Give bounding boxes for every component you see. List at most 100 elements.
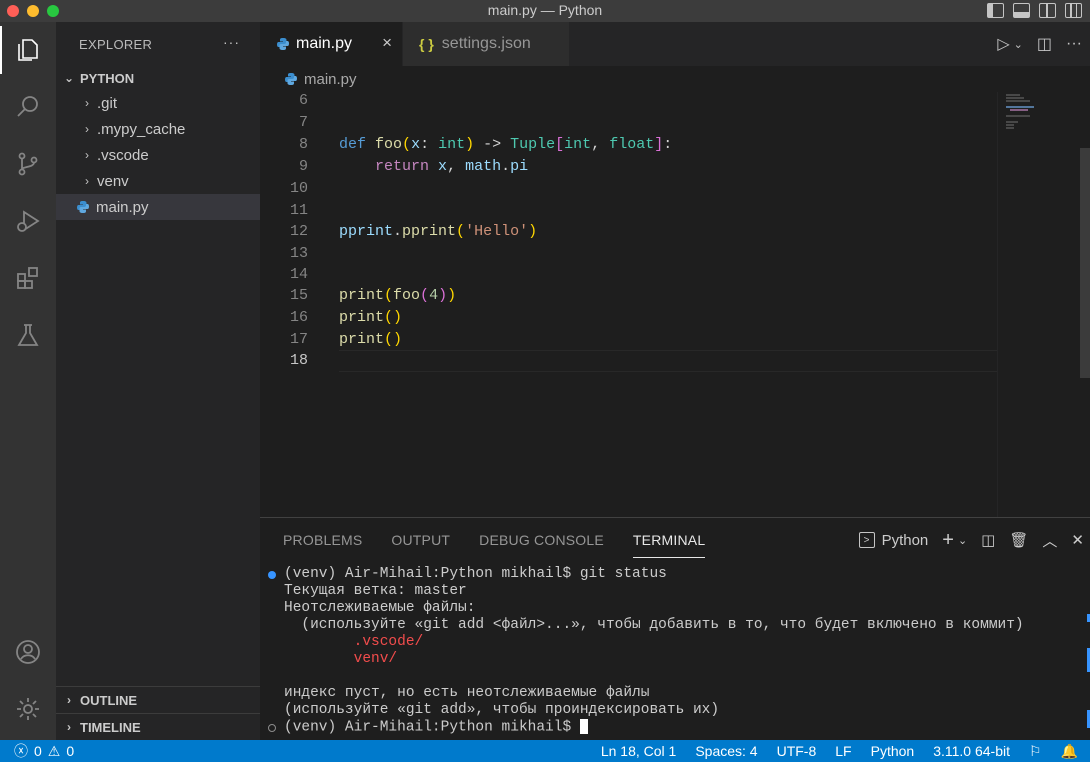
line-number: 14 [289,266,308,283]
tab-debug-console[interactable]: DEBUG CONSOLE [479,532,604,548]
tab-main-py[interactable]: main.py × [260,22,402,66]
new-terminal-icon[interactable]: + [942,529,954,552]
tree-folder-git[interactable]: › .git [56,90,260,116]
extensions-icon[interactable] [0,254,56,302]
terminal-cursor [579,719,588,734]
line-number: 6 [298,92,308,109]
breadcrumb[interactable]: main.py [260,66,1090,92]
error-icon: ⓧ [14,743,28,759]
notifications-bell-icon[interactable]: 🔔 [1061,743,1078,760]
trash-icon[interactable]: 🗑 [1009,531,1028,549]
editor-scrollbar[interactable] [1080,148,1090,378]
tree-folder-vscode[interactable]: › .vscode [56,142,260,168]
terminal-line: (venv) Air-Mihail:Python mikhail$ git st… [260,566,1090,583]
timeline-section[interactable]: › TIMELINE [56,713,260,740]
code-line: 8 def foo(x: int) -> Tuple[int, float]: [260,134,997,156]
terminal-line-untracked: .vscode/ [284,634,424,650]
tree-file-main-py[interactable]: main.py [56,194,260,220]
workspace-root-python[interactable]: ⌄ PYTHON [56,66,260,90]
settings-gear-icon[interactable] [0,685,56,733]
workspace-root-label: PYTHON [80,70,135,86]
tree-item-label: .vscode [97,146,149,164]
line-number: 11 [289,202,308,219]
code-line: 17 print() [260,329,997,351]
split-terminal-icon[interactable]: ◫ [981,531,995,549]
account-icon[interactable] [0,628,56,676]
line-number: 9 [298,158,308,175]
run-debug-icon[interactable] [0,197,56,245]
chevron-right-icon: › [85,122,89,136]
code-line: 14 [260,264,997,286]
problems-status[interactable]: ⓧ 0 ⚠ 0 [0,741,74,761]
tree-item-label: main.py [96,198,149,216]
tree-item-label: .mypy_cache [97,120,186,138]
feedback-icon[interactable]: ⚐ [1029,743,1042,760]
split-editor-icon[interactable]: ◫ [1037,34,1052,54]
line-number: 15 [289,287,308,304]
line-number: 8 [298,136,308,153]
code-line: 12 pprint.pprint('Hello') [260,221,997,243]
run-python-file-icon[interactable]: ▷ [997,34,1009,54]
terminal-output[interactable]: (venv) Air-Mihail:Python mikhail$ git st… [260,566,1090,736]
terminal-line: Неотслеживаемые файлы: [284,600,476,616]
python-file-icon [277,38,289,50]
more-actions-icon[interactable]: ··· [223,34,240,50]
tab-label: settings.json [441,35,531,52]
more-actions-icon[interactable]: ··· [1066,35,1082,53]
code-line: 6 [260,90,997,112]
tab-label: main.py [296,35,353,52]
outline-label: OUTLINE [80,692,138,708]
tab-problems[interactable]: PROBLEMS [283,532,362,548]
source-control-icon[interactable] [0,140,56,188]
toggle-primary-sidebar-icon[interactable] [987,3,1004,18]
tree-folder-mypy-cache[interactable]: › .mypy_cache [56,116,260,142]
python-file-icon [285,73,297,85]
json-file-icon: { } [419,36,434,52]
language-mode[interactable]: Python [871,743,915,759]
python-file-icon [77,201,89,213]
minimap[interactable] [997,92,1080,517]
toggle-panel-icon[interactable] [1013,3,1030,18]
toggle-secondary-sidebar-icon[interactable] [1039,3,1056,18]
chevron-down-icon[interactable]: ⌄ [958,534,967,547]
explorer-title: EXPLORER [79,36,153,52]
chevron-down-icon[interactable]: ⌄ [1014,38,1023,51]
activity-bar [0,22,56,740]
line-number: 7 [298,114,308,131]
chevron-right-icon: › [85,96,89,110]
terminal-selector[interactable]: > Python [858,531,929,549]
encoding[interactable]: UTF-8 [777,743,817,759]
customize-layout-icon[interactable] [1065,3,1082,18]
indentation[interactable]: Spaces: 4 [695,743,757,759]
code-line: 13 [260,243,997,265]
maximize-panel-icon[interactable]: ︿ [1042,530,1057,551]
terminal-icon: > [858,532,875,548]
end-of-line[interactable]: LF [835,743,851,759]
breadcrumb-file[interactable]: main.py [304,71,357,88]
python-interpreter[interactable]: 3.11.0 64-bit [933,743,1010,759]
tab-settings-json[interactable]: { } settings.json [403,22,569,66]
window-title: main.py — Python [487,2,603,18]
terminal-line: индекс пуст, но есть неотслеживаемые фай… [284,685,650,701]
testing-icon[interactable] [0,311,56,359]
code-line: 9 return x, math.pi [260,156,997,178]
outline-section[interactable]: › OUTLINE [56,686,260,713]
chevron-right-icon: › [67,693,71,707]
tab-output[interactable]: OUTPUT [391,532,450,548]
terminal-line-untracked: venv/ [284,651,398,667]
explorer-icon[interactable] [0,26,56,74]
code-editor[interactable]: 6 7 8 def foo(x: int) -> Tuple[int, float… [260,92,1090,517]
search-icon[interactable] [0,83,56,131]
explorer-sidebar: EXPLORER ··· ⌄ PYTHON › .git › .mypy_cac… [56,22,260,740]
cursor-position[interactable]: Ln 18, Col 1 [601,743,677,759]
line-number: 18 [289,352,308,369]
tab-terminal[interactable]: TERMINAL [632,532,706,558]
line-number: 17 [289,331,308,348]
terminal-name: Python [881,531,929,549]
close-tab-icon[interactable]: × [382,33,392,53]
tree-folder-venv[interactable]: › venv [56,168,260,194]
title-bar: main.py — Python [0,0,1090,22]
code-line: 18 [260,350,997,372]
close-panel-icon[interactable]: ✕ [1071,531,1084,549]
